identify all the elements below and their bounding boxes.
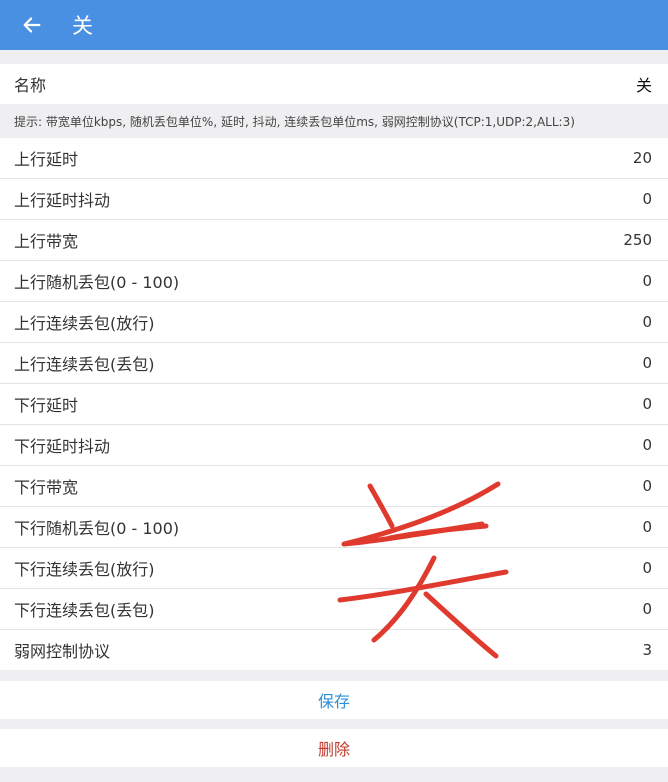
setting-row[interactable]: 上行带宽 250 [0,220,668,261]
setting-label: 下行随机丢包(0 - 100) [14,519,180,538]
setting-value[interactable]: 0 [642,313,652,331]
name-field-row[interactable]: 名称 关 [0,64,668,104]
setting-value[interactable]: 0 [642,395,652,413]
setting-row[interactable]: 下行连续丢包(放行) 0 [0,548,668,589]
setting-label: 下行延时抖动 [14,437,111,456]
save-button[interactable]: 保存 [0,681,668,719]
setting-value[interactable]: 0 [642,518,652,536]
setting-row[interactable]: 上行连续丢包(丢包) 0 [0,343,668,384]
setting-value[interactable]: 0 [642,272,652,290]
setting-label: 下行延时 [14,396,79,415]
setting-label: 下行连续丢包(丢包) [14,601,155,620]
setting-row[interactable]: 下行延时抖动 0 [0,425,668,466]
setting-row[interactable]: 上行随机丢包(0 - 100) 0 [0,261,668,302]
setting-value[interactable]: 0 [642,600,652,618]
setting-value[interactable]: 3 [642,641,652,659]
settings-list: 上行延时 20 上行延时抖动 0 上行带宽 250 上行随机丢包(0 - 100) 0 … [0,138,668,670]
setting-label: 下行连续丢包(放行) [14,560,155,579]
delete-button[interactable]: 删除 [0,729,668,767]
setting-value[interactable]: 0 [642,436,652,454]
setting-row[interactable]: 上行延时抖动 0 [0,179,668,220]
setting-value[interactable]: 250 [623,231,652,249]
setting-label: 下行带宽 [14,478,79,497]
setting-label: 上行延时抖动 [14,191,111,210]
page-title: 关 [72,14,94,38]
setting-value[interactable]: 0 [642,190,652,208]
setting-row[interactable]: 下行随机丢包(0 - 100) 0 [0,507,668,548]
setting-row[interactable]: 上行连续丢包(放行) 0 [0,302,668,343]
setting-value[interactable]: 0 [642,559,652,577]
app-bar: 关 [0,0,668,50]
name-label: 名称 [14,76,47,95]
setting-row[interactable]: 下行带宽 0 [0,466,668,507]
setting-value[interactable]: 20 [633,149,652,167]
hint-text: 提示: 带宽单位kbps, 随机丢包单位%, 延时, 抖动, 连续丢包单位ms,… [0,104,668,138]
setting-label: 上行带宽 [14,232,79,251]
setting-label: 上行连续丢包(放行) [14,314,155,333]
setting-value[interactable]: 0 [642,477,652,495]
setting-row[interactable]: 下行延时 0 [0,384,668,425]
arrow-left-icon [23,17,41,33]
setting-value[interactable]: 0 [642,354,652,372]
setting-label: 上行随机丢包(0 - 100) [14,273,180,292]
setting-row[interactable]: 弱网控制协议 3 [0,630,668,670]
setting-row[interactable]: 下行连续丢包(丢包) 0 [0,589,668,630]
setting-row[interactable]: 上行延时 20 [0,138,668,179]
name-value[interactable]: 关 [636,72,652,96]
back-button[interactable] [18,11,46,39]
setting-label: 上行连续丢包(丢包) [14,355,155,374]
setting-label: 弱网控制协议 [14,642,111,661]
setting-label: 上行延时 [14,150,79,169]
